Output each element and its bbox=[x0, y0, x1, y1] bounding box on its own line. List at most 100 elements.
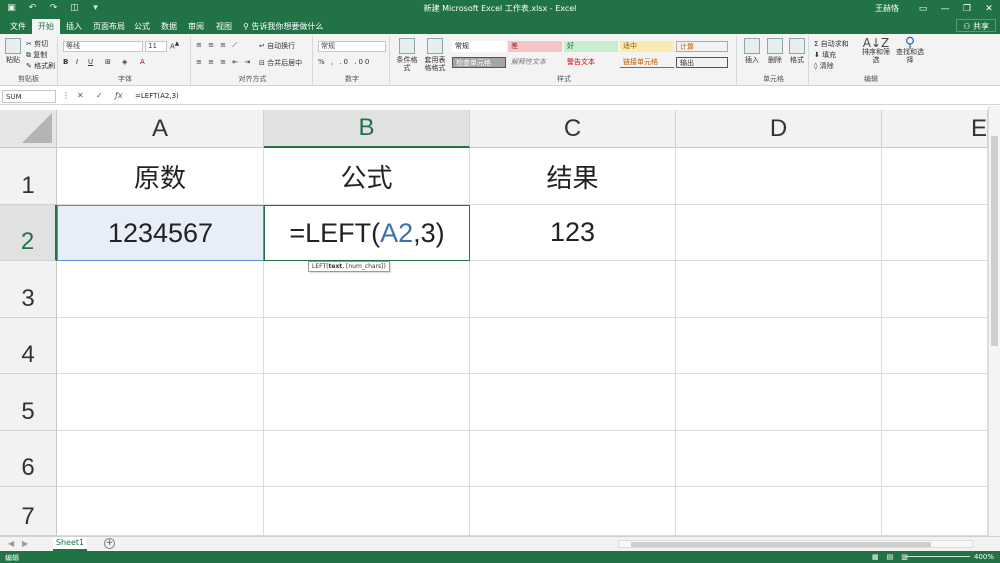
table-cell[interactable] bbox=[470, 487, 676, 536]
number-format-icons[interactable]: % , .0 .00 bbox=[318, 58, 371, 66]
table-cell[interactable] bbox=[676, 487, 882, 536]
align-left-icons[interactable]: ≡ ≡ ≡ ⇤ ⇥ bbox=[196, 58, 252, 66]
table-cell[interactable] bbox=[470, 431, 676, 487]
column-header-d[interactable]: D bbox=[676, 110, 882, 148]
row-header-3[interactable]: 3 bbox=[0, 261, 57, 318]
table-cell[interactable] bbox=[264, 487, 470, 536]
insert-function-icon[interactable]: ƒx bbox=[115, 91, 123, 100]
vertical-scroll-thumb[interactable] bbox=[991, 136, 998, 346]
style-check-cell[interactable]: 检查单元格 bbox=[452, 57, 506, 68]
wrap-text-button[interactable]: ↵ 自动换行 bbox=[259, 41, 295, 51]
function-argument-tooltip[interactable]: LEFT(text, [num_chars]) bbox=[308, 261, 390, 272]
row-header-5[interactable]: 5 bbox=[0, 374, 57, 431]
align-top-icons[interactable]: ≡ ≡ ≡ ⟋ bbox=[196, 41, 239, 50]
autosum-button[interactable]: Σ 自动求和 bbox=[814, 39, 849, 49]
ribbon-options-icon[interactable]: ▭ bbox=[912, 0, 934, 17]
fill-button[interactable]: ⬇ 填充 bbox=[814, 50, 836, 60]
close-icon[interactable]: ✕ bbox=[978, 0, 1000, 17]
format-as-table-button[interactable]: 套用表格格式 bbox=[422, 38, 448, 72]
cell-b2[interactable]: =LEFT(A2,3) bbox=[264, 205, 470, 261]
font-color-icon[interactable]: A bbox=[140, 58, 145, 66]
cell-d1[interactable] bbox=[676, 148, 882, 205]
next-sheet-icon[interactable]: ▶ bbox=[22, 539, 28, 548]
horizontal-scroll-thumb[interactable] bbox=[631, 542, 931, 547]
cell-d2[interactable] bbox=[676, 205, 882, 261]
table-cell[interactable] bbox=[57, 261, 264, 318]
style-calculation[interactable]: 计算 bbox=[676, 41, 728, 52]
fill-color-icon[interactable]: ◈ bbox=[122, 58, 127, 66]
table-cell[interactable] bbox=[264, 374, 470, 431]
cell-e2[interactable] bbox=[882, 205, 988, 261]
prev-sheet-icon[interactable]: ◀ bbox=[8, 539, 14, 548]
column-header-b[interactable]: B bbox=[264, 110, 470, 148]
table-cell[interactable] bbox=[264, 431, 470, 487]
paste-button[interactable]: 粘贴 bbox=[3, 38, 23, 64]
cell-b1[interactable]: 公式 bbox=[264, 148, 470, 205]
sort-filter-button[interactable]: A↓Z 排序和筛选 bbox=[861, 37, 891, 64]
table-cell[interactable] bbox=[57, 374, 264, 431]
select-all-corner[interactable] bbox=[0, 110, 57, 148]
style-neutral[interactable]: 适中 bbox=[620, 41, 674, 52]
normal-view-icon[interactable]: ▦ bbox=[872, 553, 879, 561]
style-warning[interactable]: 警告文本 bbox=[564, 57, 618, 68]
row-header-7[interactable]: 7 bbox=[0, 487, 57, 536]
table-cell[interactable] bbox=[676, 431, 882, 487]
column-header-a[interactable]: A bbox=[57, 110, 264, 148]
font-name-select[interactable]: 等线 bbox=[63, 41, 143, 52]
zoom-slider[interactable] bbox=[905, 556, 970, 557]
page-layout-view-icon[interactable]: ▤ bbox=[887, 553, 894, 561]
table-cell[interactable] bbox=[57, 318, 264, 374]
share-button[interactable]: ⚇ 共享 bbox=[956, 19, 996, 32]
style-linked-cell[interactable]: 链接单元格 bbox=[620, 57, 674, 68]
cell-a1[interactable]: 原数 bbox=[57, 148, 264, 205]
row-header-6[interactable]: 6 bbox=[0, 431, 57, 487]
restore-icon[interactable]: ❐ bbox=[956, 0, 978, 17]
tab-page-layout[interactable]: 页面布局 bbox=[87, 19, 131, 34]
tell-me-search[interactable]: ⚲ 告诉我你想要做什么 bbox=[243, 21, 323, 32]
table-cell[interactable] bbox=[882, 487, 988, 536]
merge-center-button[interactable]: ⊟ 合并后居中 bbox=[259, 58, 302, 68]
table-cell[interactable] bbox=[470, 261, 676, 318]
vertical-scrollbar[interactable] bbox=[988, 106, 1000, 536]
column-header-e[interactable]: E bbox=[882, 110, 988, 148]
conditional-format-button[interactable]: 条件格式 bbox=[394, 38, 420, 72]
table-cell[interactable] bbox=[676, 261, 882, 318]
tab-view[interactable]: 视图 bbox=[210, 19, 238, 34]
style-output[interactable]: 输出 bbox=[676, 57, 728, 68]
tab-home[interactable]: 开始 bbox=[32, 19, 60, 34]
zoom-level[interactable]: 400% bbox=[974, 553, 994, 561]
tooltip-arg-text[interactable]: text bbox=[329, 263, 343, 270]
copy-button[interactable]: ⧉ 复制 bbox=[26, 50, 47, 60]
style-explanatory[interactable]: 解释性文本 bbox=[508, 57, 562, 68]
grow-font-icon[interactable]: A▲ bbox=[170, 41, 179, 50]
insert-cells-button[interactable]: 插入 bbox=[741, 38, 763, 64]
user-name[interactable]: 王赫恪 bbox=[875, 3, 899, 14]
table-cell[interactable] bbox=[676, 318, 882, 374]
table-cell[interactable] bbox=[470, 374, 676, 431]
column-header-c[interactable]: C bbox=[470, 110, 676, 148]
style-bad[interactable]: 差 bbox=[508, 41, 562, 52]
table-cell[interactable] bbox=[264, 318, 470, 374]
row-header-4[interactable]: 4 bbox=[0, 318, 57, 374]
table-cell[interactable] bbox=[676, 374, 882, 431]
italic-button[interactable]: I bbox=[76, 58, 78, 66]
underline-button[interactable]: U bbox=[88, 58, 93, 66]
tab-data[interactable]: 数据 bbox=[155, 19, 183, 34]
find-select-button[interactable]: ⚲ 查找和选择 bbox=[894, 36, 926, 64]
cell-a2[interactable]: 1234567 bbox=[57, 205, 264, 261]
bold-button[interactable]: B bbox=[63, 58, 68, 66]
cell-c1[interactable]: 结果 bbox=[470, 148, 676, 205]
minimize-icon[interactable]: — bbox=[934, 0, 956, 17]
row-header-2[interactable]: 2 bbox=[0, 205, 57, 261]
format-cells-button[interactable]: 格式 bbox=[786, 38, 808, 64]
cell-e1[interactable] bbox=[882, 148, 988, 205]
tab-file[interactable]: 文件 bbox=[4, 19, 32, 34]
row-header-1[interactable]: 1 bbox=[0, 148, 57, 205]
clear-button[interactable]: ◊ 清除 bbox=[814, 61, 834, 71]
table-cell[interactable] bbox=[882, 261, 988, 318]
delete-cells-button[interactable]: 删除 bbox=[764, 38, 786, 64]
add-sheet-icon[interactable]: + bbox=[104, 538, 115, 549]
sheet-tab-sheet1[interactable]: Sheet1 bbox=[53, 537, 87, 551]
cancel-icon[interactable]: ✕ bbox=[77, 91, 84, 100]
tab-formulas[interactable]: 公式 bbox=[128, 19, 156, 34]
